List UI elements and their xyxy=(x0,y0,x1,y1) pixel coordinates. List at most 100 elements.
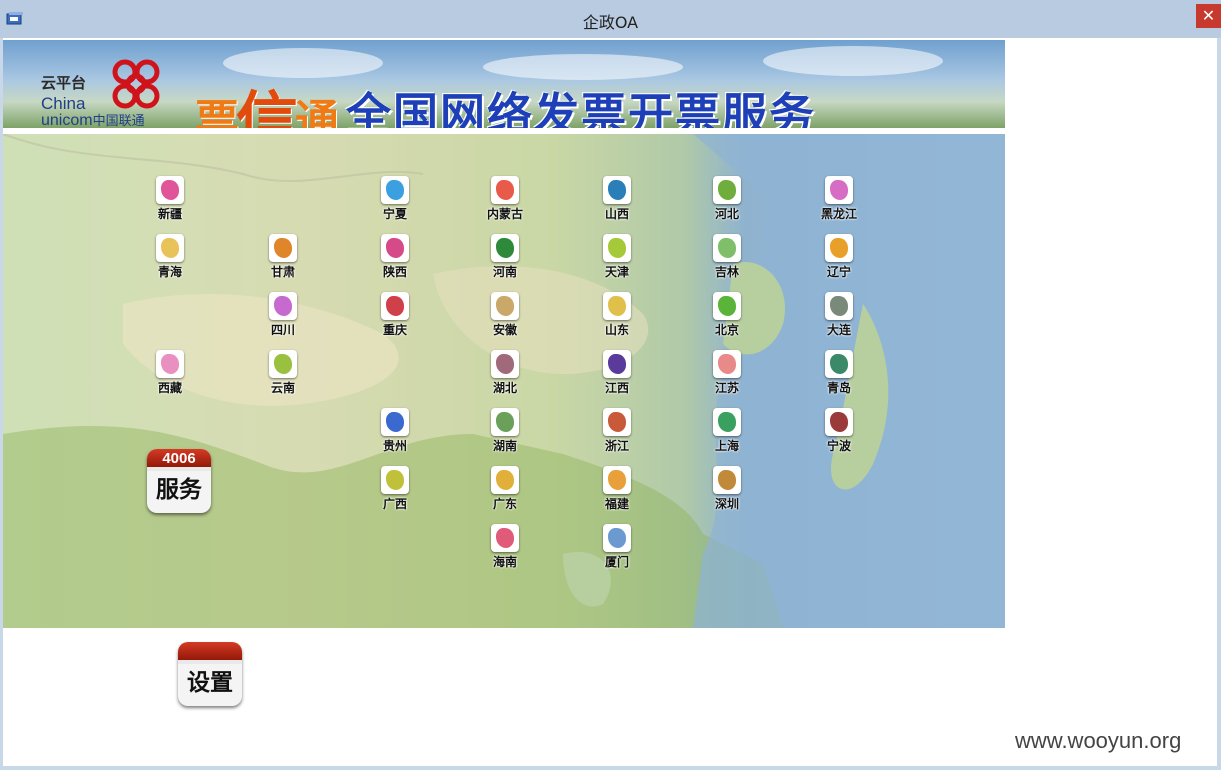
province-label: 江苏 xyxy=(714,381,739,395)
province-map-icon xyxy=(491,292,519,320)
province-map-icon xyxy=(491,524,519,552)
province-button[interactable]: 浙江 xyxy=(587,408,647,458)
province-button[interactable]: 福建 xyxy=(587,466,647,516)
settings-label: 设置 xyxy=(187,669,233,696)
province-label: 江西 xyxy=(604,381,629,395)
unicom-logo: 云平台 China unicom中国联通 xyxy=(3,40,193,128)
province-button[interactable]: 陕西 xyxy=(365,234,425,284)
province-button[interactable]: 青海 xyxy=(140,234,200,284)
province-map-icon xyxy=(713,408,741,436)
province-label: 天津 xyxy=(604,265,629,279)
province-label: 内蒙古 xyxy=(486,207,523,221)
province-label: 吉林 xyxy=(714,265,739,279)
province-button[interactable]: 甘肃 xyxy=(253,234,313,284)
province-label: 上海 xyxy=(714,439,739,453)
hotline-number: 4006 xyxy=(147,449,211,469)
province-button[interactable]: 宁夏 xyxy=(365,176,425,226)
brand-char-1: 票 xyxy=(195,96,239,128)
province-button[interactable]: 北京 xyxy=(697,292,757,342)
province-map-icon xyxy=(603,176,631,204)
province-map-icon xyxy=(603,350,631,378)
province-button[interactable]: 西藏 xyxy=(140,350,200,400)
service-label: 服务 xyxy=(156,476,202,503)
province-map-icon xyxy=(603,292,631,320)
province-map-icon xyxy=(603,234,631,262)
province-map-icon xyxy=(825,176,853,204)
province-map-icon xyxy=(825,292,853,320)
province-button[interactable]: 云南 xyxy=(253,350,313,400)
province-button[interactable]: 大连 xyxy=(809,292,869,342)
province-button[interactable]: 广东 xyxy=(475,466,535,516)
province-button[interactable]: 贵州 xyxy=(365,408,425,458)
province-button[interactable]: 青岛 xyxy=(809,350,869,400)
province-label: 海南 xyxy=(492,555,517,569)
province-map-icon xyxy=(269,292,297,320)
province-map-icon xyxy=(825,350,853,378)
province-label: 广西 xyxy=(382,497,407,511)
province-map-icon xyxy=(825,408,853,436)
province-map-icon xyxy=(603,408,631,436)
province-label: 北京 xyxy=(714,323,739,337)
province-button[interactable]: 厦门 xyxy=(587,524,647,574)
province-map-icon xyxy=(269,234,297,262)
province-map-icon xyxy=(491,176,519,204)
province-button[interactable]: 河北 xyxy=(697,176,757,226)
province-button[interactable]: 重庆 xyxy=(365,292,425,342)
province-map-icon xyxy=(603,524,631,552)
window-title: 企政OA xyxy=(582,13,639,32)
province-button[interactable]: 湖北 xyxy=(475,350,535,400)
province-label: 西藏 xyxy=(157,381,182,395)
province-label: 青海 xyxy=(157,265,182,279)
province-button[interactable]: 吉林 xyxy=(697,234,757,284)
province-label: 厦门 xyxy=(604,555,629,569)
province-label: 辽宁 xyxy=(826,265,851,279)
province-label: 河北 xyxy=(714,207,739,221)
province-button[interactable]: 广西 xyxy=(365,466,425,516)
province-button[interactable]: 内蒙古 xyxy=(475,176,535,226)
province-button[interactable]: 辽宁 xyxy=(809,234,869,284)
banner-headline: 全国网络发票开票服务 xyxy=(346,88,817,128)
province-button[interactable]: 新疆 xyxy=(140,176,200,226)
province-map-icon xyxy=(491,408,519,436)
province-map-icon xyxy=(491,466,519,494)
province-button[interactable]: 上海 xyxy=(697,408,757,458)
province-map-icon xyxy=(713,466,741,494)
province-button[interactable]: 江西 xyxy=(587,350,647,400)
province-map-icon xyxy=(713,350,741,378)
province-map-icon xyxy=(269,350,297,378)
province-map-icon xyxy=(156,234,184,262)
province-map-icon xyxy=(713,176,741,204)
province-button[interactable]: 深圳 xyxy=(697,466,757,516)
china-map: 新疆 宁夏 内蒙古 山西 河北 黑龙江青海 甘肃 陕西 河南 天津 吉林 辽宁四川 重庆 安徽 山东 北京 大连… xyxy=(3,134,1005,628)
province-button[interactable]: 河南 xyxy=(475,234,535,284)
province-button[interactable]: 安徽 xyxy=(475,292,535,342)
province-map-icon xyxy=(156,176,184,204)
province-label: 大连 xyxy=(826,323,851,337)
settings-button[interactable]: 设置 xyxy=(178,642,242,706)
province-map-icon xyxy=(825,234,853,262)
province-button[interactable]: 宁波 xyxy=(809,408,869,458)
province-map-icon xyxy=(381,408,409,436)
province-button[interactable]: 山东 xyxy=(587,292,647,342)
province-map-icon xyxy=(603,466,631,494)
province-label: 宁夏 xyxy=(382,207,407,221)
province-button[interactable]: 天津 xyxy=(587,234,647,284)
province-button[interactable]: 海南 xyxy=(475,524,535,574)
province-button[interactable]: 湖南 xyxy=(475,408,535,458)
window-titlebar: 企政OA ✕ xyxy=(0,0,1221,38)
province-label: 广东 xyxy=(492,497,517,511)
province-button[interactable]: 江苏 xyxy=(697,350,757,400)
province-button[interactable]: 黑龙江 xyxy=(809,176,869,226)
province-label: 宁波 xyxy=(826,439,851,453)
province-label: 深圳 xyxy=(714,497,739,511)
province-label: 湖南 xyxy=(492,439,517,453)
province-label: 甘肃 xyxy=(270,265,295,279)
brand-logo: 票信通 xyxy=(195,64,339,128)
service-hotline-button[interactable]: 4006 服务 xyxy=(147,449,211,513)
province-label: 云南 xyxy=(270,381,295,395)
province-label: 青岛 xyxy=(826,381,851,395)
province-button[interactable]: 四川 xyxy=(253,292,313,342)
province-button[interactable]: 山西 xyxy=(587,176,647,226)
close-button[interactable]: ✕ xyxy=(1196,4,1221,28)
unicom-en-label: unicom xyxy=(41,112,93,128)
